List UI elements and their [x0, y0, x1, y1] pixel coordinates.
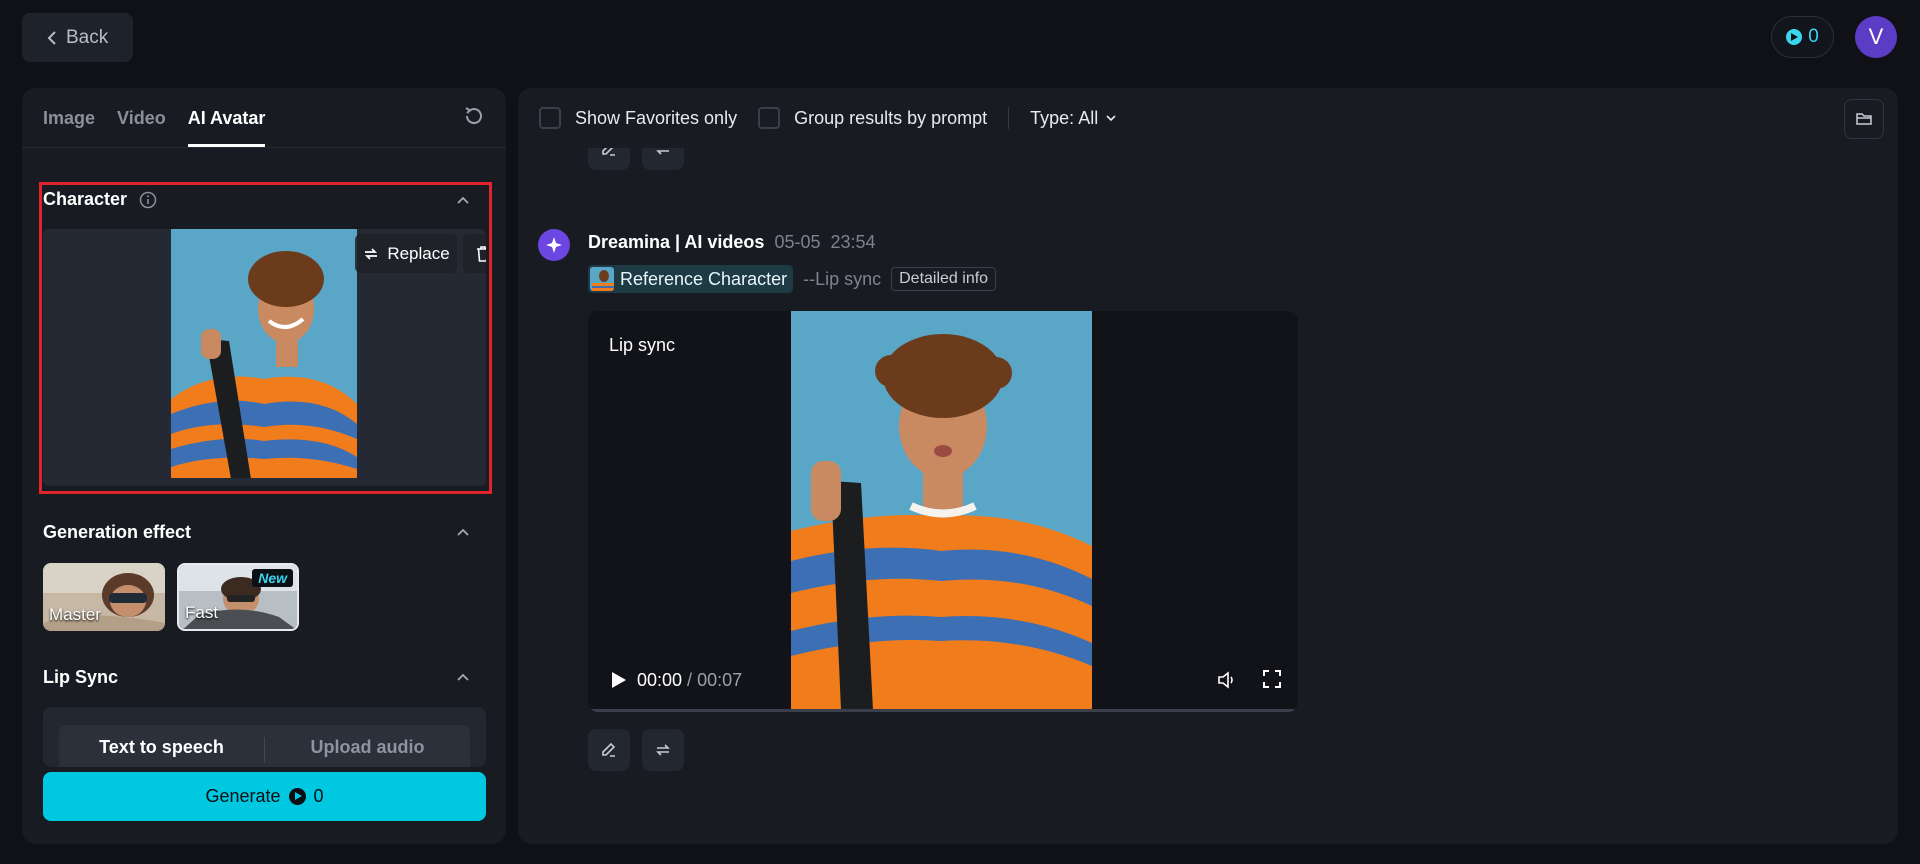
swap-icon	[656, 744, 670, 756]
new-badge: New	[252, 569, 293, 587]
video-duration: 00:07	[697, 670, 743, 690]
video-label: Lip sync	[609, 335, 676, 355]
result-reference-line: Reference Character --Lip sync Detailed …	[588, 265, 997, 293]
chevron-up-icon[interactable]	[454, 669, 472, 687]
tab-ai-avatar[interactable]: AI Avatar	[187, 108, 266, 147]
filter-divider	[1008, 107, 1010, 129]
volume-icon[interactable]	[1216, 669, 1238, 691]
mode-tabs: Image Video AI Avatar	[22, 88, 506, 148]
generate-button[interactable]: Generate 0	[43, 772, 486, 821]
reset-icon[interactable]	[462, 104, 486, 128]
replace-label: Replace	[387, 243, 450, 263]
back-label: Back	[66, 26, 109, 48]
video-current-time: 00:00	[637, 670, 683, 690]
video-controls: 00:00 / 00:07	[588, 652, 1298, 712]
lip-sync-title: Lip Sync	[43, 667, 119, 687]
result-date: 05-05	[774, 232, 821, 252]
delete-button[interactable]	[463, 234, 486, 273]
text-to-speech-tab[interactable]: Text to speech	[59, 725, 264, 767]
result-time: 23:54	[830, 232, 876, 252]
character-preview: Replace	[43, 229, 486, 486]
user-avatar[interactable]: V	[1855, 16, 1897, 58]
lip-sync-mode-box: Text to speech Upload audio	[43, 707, 486, 767]
swap-icon	[365, 247, 378, 260]
reference-thumbnail	[590, 267, 614, 291]
character-section-title: Character	[43, 189, 157, 210]
upload-audio-tab[interactable]: Upload audio	[265, 725, 470, 767]
detailed-info-button[interactable]: Detailed info	[891, 267, 997, 291]
favorites-checkbox[interactable]	[539, 107, 561, 129]
tab-image[interactable]: Image	[43, 108, 95, 147]
dreamina-logo	[538, 229, 570, 261]
video-progress-track[interactable]	[588, 709, 1298, 712]
regenerate-button[interactable]	[642, 729, 684, 771]
effect-fast-label: Fast	[185, 603, 219, 622]
character-photo	[171, 229, 357, 478]
effect-option-fast[interactable]: Fast New	[177, 563, 299, 631]
edit-button[interactable]	[588, 729, 630, 771]
play-icon[interactable]	[606, 668, 630, 692]
video-time: 00:00 / 00:07	[637, 670, 742, 691]
credit-coin-icon	[1786, 29, 1803, 45]
edit-icon	[602, 742, 616, 757]
type-dropdown-label: Type: All	[1030, 107, 1099, 128]
character-title: Character	[43, 189, 128, 209]
tab-video[interactable]: Video	[117, 108, 166, 147]
lip-sync-mode-toggle: Text to speech Upload audio	[59, 725, 470, 767]
avatar-initial: V	[1868, 24, 1884, 49]
group-by-prompt-checkbox[interactable]	[758, 107, 781, 129]
credit-coin-icon	[288, 788, 306, 805]
generation-effect-title: Generation effect	[43, 522, 192, 542]
reference-character-label: Reference Character	[620, 268, 788, 289]
credits-count: 0	[1808, 26, 1819, 47]
credits-badge[interactable]: 0	[1771, 16, 1834, 58]
trash-icon	[476, 245, 486, 262]
reference-character-chip[interactable]: Reference Character	[588, 265, 794, 293]
info-icon[interactable]	[139, 191, 157, 209]
result-meta: Dreamina | AI videos 05-05 23:54	[588, 232, 876, 253]
generate-cost: 0	[313, 786, 324, 806]
replace-button[interactable]: Replace	[355, 234, 457, 273]
result-mode: --Lip sync	[803, 268, 882, 289]
folder-button[interactable]	[1844, 99, 1884, 139]
chevron-left-icon	[47, 30, 56, 45]
fullscreen-icon[interactable]	[1262, 669, 1282, 689]
chevron-up-icon[interactable]	[454, 524, 472, 542]
effect-option-master[interactable]: Master	[43, 563, 165, 631]
type-dropdown[interactable]: Type: All	[1030, 108, 1118, 129]
favorites-label[interactable]: Show Favorites only	[575, 108, 737, 129]
effect-master-label: Master	[49, 605, 101, 624]
results-panel: Show Favorites only Group results by pro…	[518, 88, 1898, 844]
chevron-down-icon	[1106, 115, 1116, 122]
video-player[interactable]: Lip sync 00:00 / 00:07	[588, 311, 1298, 712]
generate-label: Generate	[205, 786, 281, 806]
result-author: Dreamina | AI videos	[588, 232, 765, 252]
back-button[interactable]: Back	[22, 13, 133, 62]
video-time-separator: /	[682, 670, 698, 690]
filter-bar: Show Favorites only Group results by pro…	[518, 88, 1898, 148]
left-panel: Image Video AI Avatar Character Replace …	[22, 88, 506, 844]
chevron-up-icon[interactable]	[454, 192, 472, 210]
folder-icon	[1856, 113, 1872, 125]
group-by-prompt-label[interactable]: Group results by prompt	[794, 108, 987, 129]
video-frame	[791, 311, 1092, 710]
